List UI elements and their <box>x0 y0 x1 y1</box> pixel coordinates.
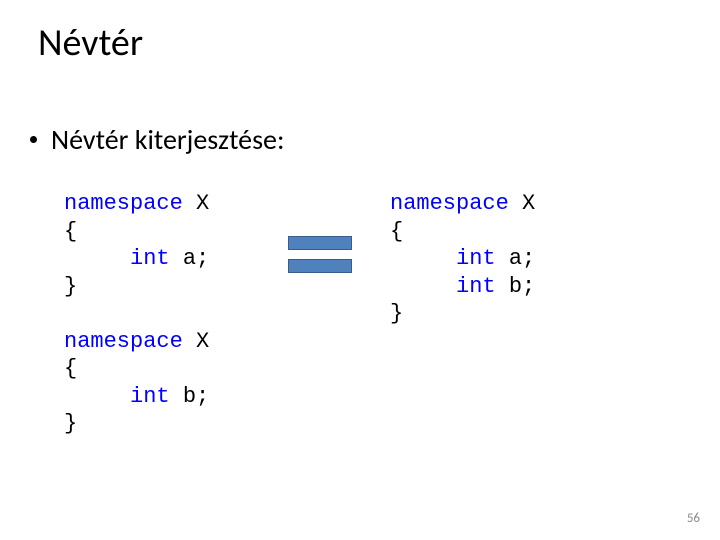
code-text: { <box>390 219 403 244</box>
code-text: } <box>64 411 77 436</box>
code-text: X <box>183 191 209 216</box>
keyword-int: int <box>130 246 170 271</box>
bullet-text: Névtér kiterjesztése: <box>51 122 284 157</box>
slide: Névtér Névtér kiterjesztése: namespace X… <box>0 0 720 540</box>
code-text: X <box>183 329 209 354</box>
code-text: { <box>64 356 77 381</box>
code-text: b; <box>496 274 536 299</box>
equals-bar-bottom <box>288 259 352 273</box>
bullet-row: Névtér kiterjesztése: <box>30 122 284 157</box>
slide-title: Névtér <box>38 20 143 66</box>
code-text: a; <box>170 246 210 271</box>
code-indent <box>390 246 456 271</box>
keyword-int: int <box>456 246 496 271</box>
code-text: } <box>64 274 77 299</box>
code-text: X <box>509 191 535 216</box>
code-indent <box>64 384 130 409</box>
code-block-left: namespace X { int a; } namespace X { int… <box>64 190 209 438</box>
keyword-namespace: namespace <box>64 329 183 354</box>
code-block-right: namespace X { int a; int b; } <box>390 190 535 328</box>
keyword-namespace: namespace <box>64 191 183 216</box>
page-number: 56 <box>687 511 700 526</box>
keyword-int: int <box>130 384 170 409</box>
code-text: a; <box>496 246 536 271</box>
code-text: } <box>390 301 403 326</box>
code-indent <box>390 274 456 299</box>
code-text: { <box>64 219 77 244</box>
code-text: b; <box>170 384 210 409</box>
equals-bar-top <box>288 236 352 250</box>
code-indent <box>64 246 130 271</box>
equals-icon <box>288 236 352 276</box>
bullet-dot-icon <box>30 136 37 143</box>
keyword-int: int <box>456 274 496 299</box>
keyword-namespace: namespace <box>390 191 509 216</box>
